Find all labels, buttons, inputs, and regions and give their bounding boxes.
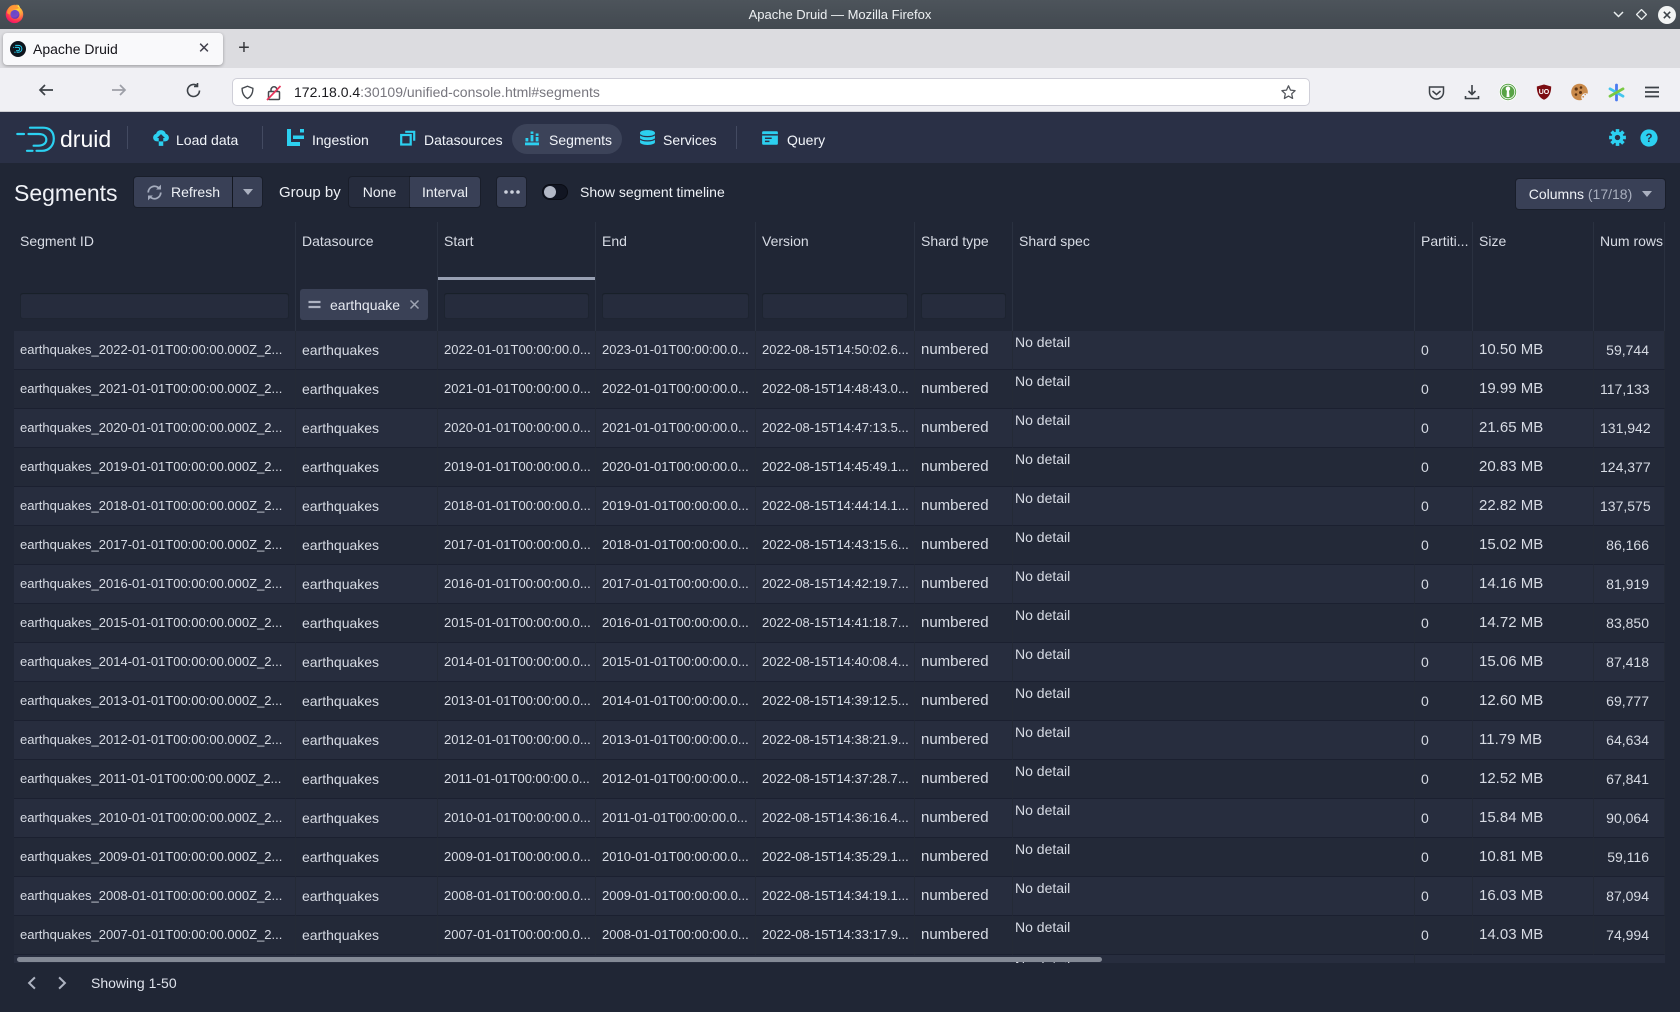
svg-text:?: ? (1645, 133, 1652, 145)
svg-text:UO: UO (1539, 89, 1550, 96)
